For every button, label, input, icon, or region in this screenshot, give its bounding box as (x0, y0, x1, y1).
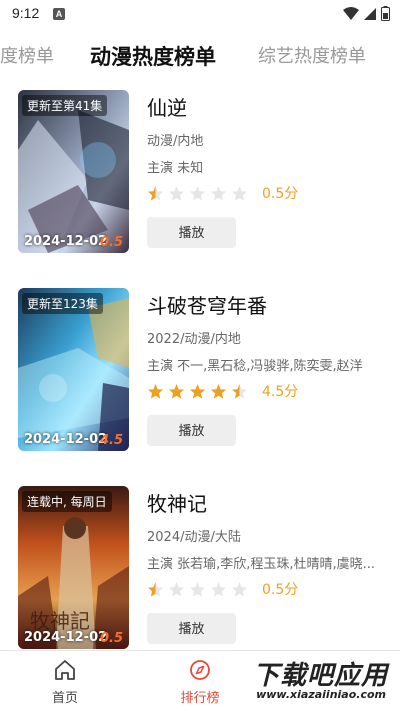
star-icon (169, 185, 184, 201)
notification-icon: A (53, 8, 65, 20)
home-icon (55, 660, 75, 680)
star-rating (147, 383, 248, 400)
poster-date: 2024-12-02 (24, 432, 108, 447)
list-item[interactable]: 牧神記 连载中, 每周日 2024-12-02 0.5 牧神记 2024/动漫/… (0, 486, 400, 650)
watermark-main: 下载吧应用 (252, 661, 388, 691)
nav-rank-label: 排行榜 (180, 691, 220, 706)
item-title[interactable]: 仙逆 (147, 92, 187, 121)
star-rating (147, 581, 248, 598)
score-text: 4.5分 (262, 384, 299, 400)
star-icon (211, 383, 226, 399)
star-icon (148, 185, 163, 201)
poster-image[interactable]: 更新至123集 2024-12-02 4.5 (18, 288, 129, 451)
star-icon (169, 581, 184, 597)
battery-icon (381, 6, 390, 21)
poster-date: 2024-12-02 (24, 234, 108, 249)
tab-anime-hot-list[interactable]: 动漫热度榜单 (90, 41, 216, 71)
star-icon (190, 383, 205, 399)
poster-image[interactable]: 更新至第41集 2024-12-02 0.5 (18, 90, 129, 253)
poster-score: 4.5 (99, 433, 123, 448)
item-meta: 2022/动漫/内地 (147, 332, 241, 347)
item-title[interactable]: 牧神记 (147, 488, 207, 517)
rating: 0.5分 (147, 183, 298, 203)
item-cast: 主演 不一,黑石稔,冯骏骅,陈奕雯,赵洋 (147, 359, 363, 374)
status-bar: 9:12 A (0, 0, 400, 28)
nav-rank[interactable]: 排行榜 (170, 659, 230, 706)
watermark-sub: www.xiazaiiniao.com (256, 688, 386, 701)
star-icon (169, 383, 184, 399)
rating: 0.5分 (147, 579, 298, 599)
update-badge: 更新至123集 (22, 293, 103, 314)
tab-variety-hot-list[interactable]: 综艺热度榜单 (258, 42, 366, 68)
rating: 4.5分 (147, 381, 298, 401)
star-icon (232, 185, 247, 201)
star-icon (211, 581, 226, 597)
star-icon (148, 581, 163, 597)
play-button[interactable]: 播放 (147, 217, 236, 248)
item-meta: 动漫/内地 (147, 134, 204, 149)
play-button[interactable]: 播放 (147, 613, 236, 644)
star-icon (232, 383, 247, 399)
wifi-icon (343, 6, 359, 20)
score-text: 0.5分 (262, 186, 299, 202)
item-title[interactable]: 斗破苍穹年番 (147, 290, 267, 319)
star-icon (190, 581, 205, 597)
item-meta: 2024/动漫/大陆 (147, 530, 241, 545)
tab-hot-list[interactable]: 热度榜单 (0, 42, 54, 68)
poster-image[interactable]: 牧神記 连载中, 每周日 2024-12-02 0.5 (18, 486, 129, 649)
compass-icon (190, 660, 210, 680)
list-item[interactable]: 更新至第41集 2024-12-02 0.5 仙逆 动漫/内地 主演 未知 0.… (0, 90, 400, 254)
watermark-logo: 下载吧应用 www.xiazaiiniao.com (241, 655, 396, 707)
category-tabs: 热度榜单 动漫热度榜单 综艺热度榜单 (0, 38, 400, 78)
star-icon (232, 581, 247, 597)
star-rating (147, 185, 248, 202)
star-icon (148, 383, 163, 399)
list-item[interactable]: 更新至123集 2024-12-02 4.5 斗破苍穹年番 2022/动漫/内地… (0, 288, 400, 452)
nav-home-label: 首页 (51, 691, 78, 706)
nav-home[interactable]: 首页 (35, 659, 95, 706)
poster-score: 0.5 (99, 235, 123, 250)
status-time: 9:12 (12, 5, 40, 21)
signal-icon (364, 7, 376, 20)
item-cast: 主演 张若瑜,李欣,程玉珠,杜晴晴,虞晓... (147, 557, 376, 572)
star-icon (211, 185, 226, 201)
item-cast: 主演 未知 (147, 161, 204, 176)
poster-score: 0.5 (99, 631, 123, 646)
update-badge: 连载中, 每周日 (22, 491, 112, 512)
star-icon (190, 185, 205, 201)
update-badge: 更新至第41集 (22, 95, 108, 116)
poster-date: 2024-12-02 (24, 630, 108, 645)
score-text: 0.5分 (262, 582, 299, 598)
play-button[interactable]: 播放 (147, 415, 236, 446)
status-icons (343, 6, 390, 21)
